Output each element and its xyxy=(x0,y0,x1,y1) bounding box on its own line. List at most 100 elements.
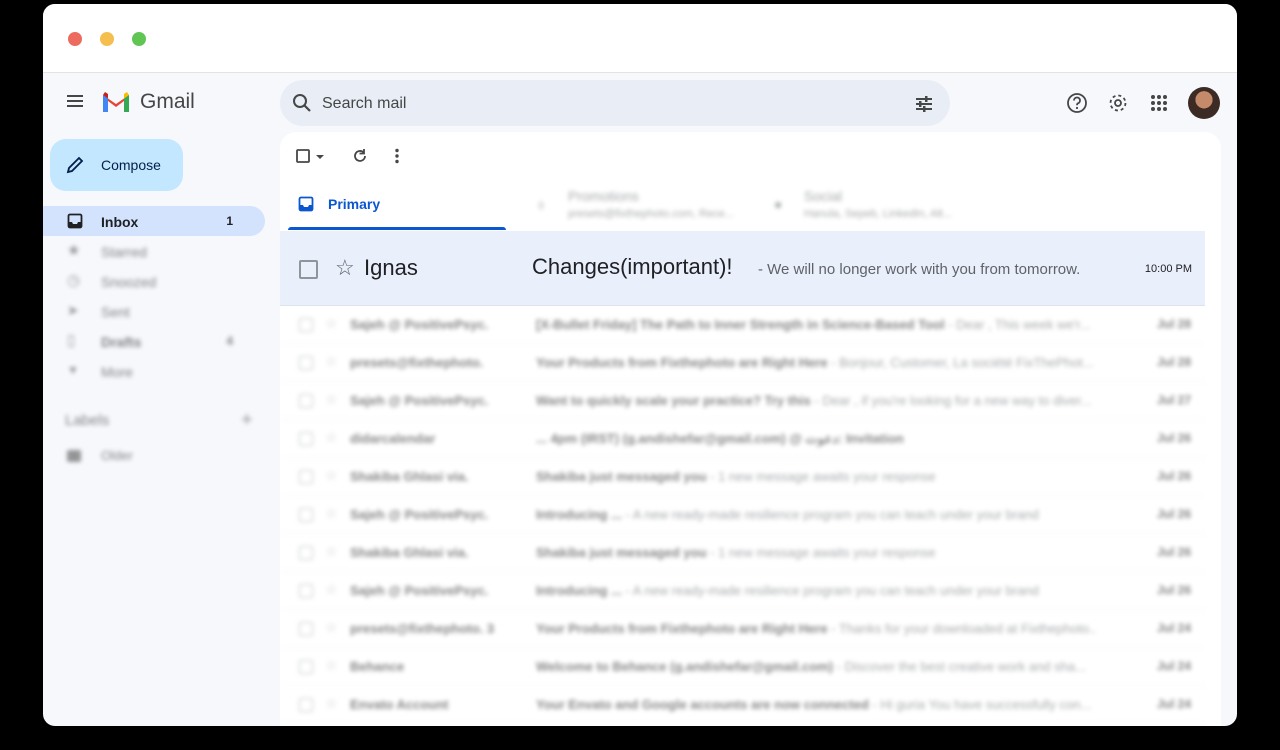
tab-promotions[interactable]: ⬨ Promotions presets@fixthephoto.com, Re… xyxy=(528,178,746,230)
email-checkbox[interactable] xyxy=(299,470,313,484)
people-icon: ● xyxy=(774,196,783,212)
email-date: Jul 28 xyxy=(1156,317,1191,331)
settings-gear-icon[interactable] xyxy=(1107,92,1129,114)
email-checkbox[interactable] xyxy=(299,698,313,712)
sidebar-item-label: Starred xyxy=(101,244,147,260)
compose-button[interactable]: Compose xyxy=(50,139,183,191)
add-label-icon[interactable]: + xyxy=(241,409,253,432)
email-checkbox[interactable] xyxy=(299,546,313,560)
account-avatar[interactable] xyxy=(1188,87,1220,119)
email-subject: Introducing ... - A new ready-made resil… xyxy=(536,583,1039,598)
main-menu-icon[interactable] xyxy=(65,91,85,111)
tab-label: Primary xyxy=(328,196,381,212)
email-date: Jul 26 xyxy=(1156,583,1191,597)
sidebar-item-sent[interactable]: ➤ Sent xyxy=(43,296,265,326)
email-date: Jul 24 xyxy=(1156,621,1191,635)
star-outline-icon[interactable]: ☆ xyxy=(325,619,338,636)
star-outline-icon[interactable]: ☆ xyxy=(325,505,338,522)
email-checkbox[interactable] xyxy=(299,432,313,446)
close-window-button[interactable] xyxy=(68,32,82,46)
sidebar-item-label: Inbox xyxy=(101,214,139,230)
star-outline-icon[interactable]: ☆ xyxy=(325,391,338,408)
tab-social[interactable]: ● Social Hanula, Sepeb, LinkedIn, Alt... xyxy=(764,178,982,230)
email-checkbox[interactable] xyxy=(299,260,318,279)
email-sender: Sajeh @ PositivePsyc. xyxy=(350,507,489,522)
sidebar-item-snoozed[interactable]: ◷ Snoozed xyxy=(43,266,265,296)
email-date: Jul 26 xyxy=(1156,431,1191,445)
table-row[interactable]: ☆ didarcalendar ... 4pm (IRST) (g.andish… xyxy=(280,420,1205,458)
star-outline-icon[interactable]: ☆ xyxy=(325,429,338,446)
email-sender: Ignas xyxy=(364,255,418,280)
sidebar-item-label: More xyxy=(101,364,133,380)
star-outline-icon[interactable]: ☆ xyxy=(325,353,338,370)
table-row[interactable]: ☆ Behance Welcome to Behance (g.andishef… xyxy=(280,648,1205,686)
chevron-down-icon: ▼ xyxy=(67,363,79,377)
star-outline-icon[interactable]: ☆ xyxy=(325,467,338,484)
label-item[interactable]: Older xyxy=(65,446,265,470)
star-outline-icon[interactable]: ☆ xyxy=(325,543,338,560)
table-row[interactable]: ☆ Envato Account Your Envato and Google … xyxy=(280,686,1205,724)
help-icon[interactable] xyxy=(1066,92,1088,114)
table-row[interactable]: ☆ Sajeh @ PositivePsyc. Introducing ... … xyxy=(280,496,1205,534)
star-outline-icon[interactable]: ☆ xyxy=(325,315,338,332)
title-bar xyxy=(43,4,1237,73)
email-checkbox[interactable] xyxy=(299,356,313,370)
sidebar-item-starred[interactable]: ★ Starred xyxy=(43,236,265,266)
email-list: ☆ Ignas Changes(important)! - We will no… xyxy=(280,231,1205,724)
email-sender: presets@fixthephoto. 3 xyxy=(350,621,495,636)
email-subject: ... 4pm (IRST) (g.andishefar@gmail.com) … xyxy=(536,431,904,446)
table-row[interactable]: ☆ Sajeh @ PositivePsyc. [X-Bullet Friday… xyxy=(280,306,1205,344)
search-options-icon[interactable] xyxy=(914,94,934,114)
email-date: Jul 27 xyxy=(1156,393,1191,407)
sidebar-item-inbox[interactable]: Inbox 1 xyxy=(43,206,265,236)
maximize-window-button[interactable] xyxy=(132,32,146,46)
active-tab-indicator xyxy=(288,227,506,230)
email-subject: Your Envato and Google accounts are now … xyxy=(536,697,1092,712)
sidebar-item-label: Snoozed xyxy=(101,274,157,290)
select-all-checkbox[interactable] xyxy=(294,146,314,166)
search-input[interactable] xyxy=(320,91,884,117)
refresh-icon[interactable] xyxy=(350,146,370,166)
search-bar[interactable] xyxy=(280,80,950,126)
star-icon: ★ xyxy=(67,242,81,259)
email-checkbox[interactable] xyxy=(299,508,313,522)
email-subject: Changes(important)! xyxy=(532,254,733,279)
sidebar-item-more[interactable]: ▼ More xyxy=(43,356,265,386)
email-checkbox[interactable] xyxy=(299,622,313,636)
table-row[interactable]: ☆ Shakiba Ghlasi via. Shakiba just messa… xyxy=(280,534,1205,572)
email-checkbox[interactable] xyxy=(299,584,313,598)
table-row[interactable]: ☆ presets@fixthephoto. 3 Your Products f… xyxy=(280,610,1205,648)
email-date: 10:00 PM xyxy=(1144,263,1192,275)
labels-header: Labels + xyxy=(65,409,265,436)
table-row[interactable]: ☆ Sajeh @ PositivePsyc. Want to quickly … xyxy=(280,382,1205,420)
minimize-window-button[interactable] xyxy=(100,32,114,46)
more-options-icon[interactable] xyxy=(387,146,407,166)
table-row[interactable]: ☆ Sajeh @ PositivePsyc. Introducing ... … xyxy=(280,572,1205,610)
star-outline-icon[interactable]: ☆ xyxy=(325,695,338,712)
email-row-featured[interactable]: ☆ Ignas Changes(important)! - We will no… xyxy=(280,231,1205,306)
table-row[interactable]: ☆ Shakiba Ghlasi via. Shakiba just messa… xyxy=(280,458,1205,496)
star-outline-icon[interactable]: ☆ xyxy=(325,581,338,598)
tab-primary[interactable]: Primary xyxy=(288,178,506,230)
unread-count: 1 xyxy=(226,214,233,228)
email-subject: Your Products from Fixthephoto are Right… xyxy=(536,621,1096,636)
star-outline-icon[interactable]: ☆ xyxy=(335,255,355,281)
search-icon[interactable] xyxy=(292,93,312,113)
tab-subtitle: Hanula, Sepeb, LinkedIn, Alt... xyxy=(804,208,952,220)
select-options-chevron-icon[interactable] xyxy=(314,146,326,166)
table-row[interactable]: ☆ presets@fixthephoto. Your Products fro… xyxy=(280,344,1205,382)
star-outline-icon[interactable]: ☆ xyxy=(325,657,338,674)
sidebar-item-drafts[interactable]: ▯ Drafts 4 xyxy=(43,326,265,356)
email-subject: Introducing ... - A new ready-made resil… xyxy=(536,507,1039,522)
email-sender: Shakiba Ghlasi via. xyxy=(350,469,469,484)
email-checkbox[interactable] xyxy=(299,318,313,332)
email-checkbox[interactable] xyxy=(299,660,313,674)
email-subject: Your Products from Fixthephoto are Right… xyxy=(536,355,1094,370)
apps-grid-icon[interactable] xyxy=(1148,92,1170,114)
email-sender: Behance xyxy=(350,659,405,674)
email-checkbox[interactable] xyxy=(299,394,313,408)
email-date: Jul 24 xyxy=(1156,697,1191,711)
inbox-icon xyxy=(298,196,314,212)
email-sender: presets@fixthephoto. xyxy=(350,355,484,370)
gmail-logo-icon[interactable] xyxy=(101,90,131,114)
